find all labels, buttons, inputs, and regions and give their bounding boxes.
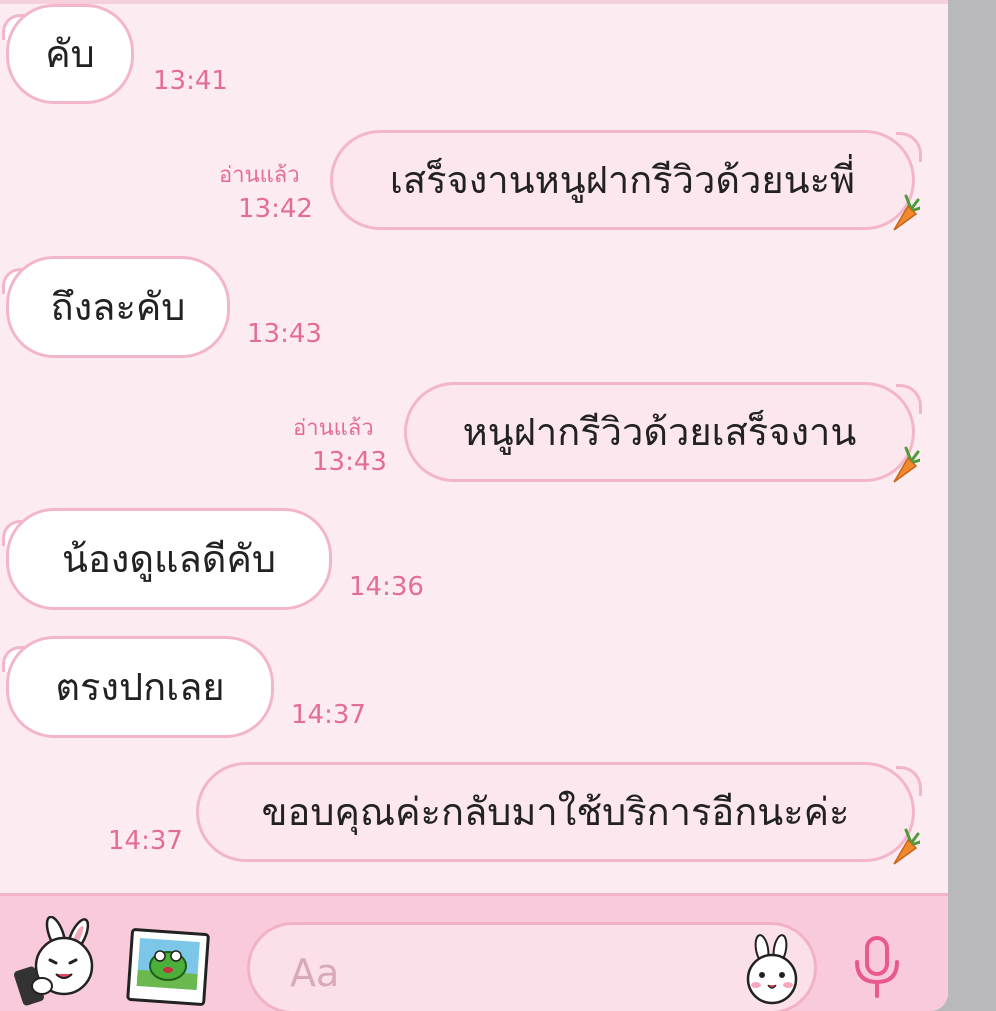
message-text: ขอบคุณค่ะกลับมาใช้บริการอีกนะค่ะ [261,790,850,834]
message-time: 13:41 [153,66,228,96]
message-bubble[interactable]: คับ [6,4,134,104]
message-text: ตรงปกเลย [55,665,225,709]
input-bar: Aa [0,893,948,1011]
carrot-icon [893,446,920,483]
input-placeholder: Aa [290,951,340,995]
bunny-sticker-icon[interactable] [12,916,104,1008]
carrot-icon [893,194,920,231]
message-input[interactable]: Aa [247,922,817,1011]
message-bubble[interactable]: ขอบคุณค่ะกลับมาใช้บริการอีกนะค่ะ [196,762,915,862]
photo-icon[interactable] [124,928,212,1008]
read-receipt: อ่านแล้ว [293,416,374,441]
message-time: 14:37 [108,826,183,856]
message-time: 13:43 [312,447,387,477]
chat-screen: คับ 13:41 เสร็จงานหนูฝากรีวิวด้วยนะพี่ อ… [0,0,948,1011]
message-text: คับ [45,32,95,76]
message-text: หนูฝากรีวิวด้วยเสร็จงาน [462,410,857,454]
message-bubble[interactable]: หนูฝากรีวิวด้วยเสร็จงาน [404,382,915,482]
message-bubble[interactable]: น้องดูแลดีคับ [6,508,332,610]
message-time: 13:43 [247,319,322,349]
microphone-icon[interactable] [852,934,902,1002]
message-time: 13:42 [238,194,313,224]
carrot-icon [893,828,920,865]
message-bubble[interactable]: ถึงละคับ [6,256,230,358]
read-receipt: อ่านแล้ว [219,163,300,188]
message-text: ถึงละคับ [50,285,186,329]
bunny-emoji-icon[interactable] [736,933,808,1007]
message-time: 14:36 [349,572,424,602]
message-text: น้องดูแลดีคับ [61,537,277,581]
message-time: 14:37 [291,700,366,730]
top-divider [0,0,948,4]
message-text: เสร็จงานหนูฝากรีวิวด้วยนะพี่ [389,158,856,202]
message-bubble[interactable]: ตรงปกเลย [6,636,274,738]
message-bubble[interactable]: เสร็จงานหนูฝากรีวิวด้วยนะพี่ [330,130,915,230]
